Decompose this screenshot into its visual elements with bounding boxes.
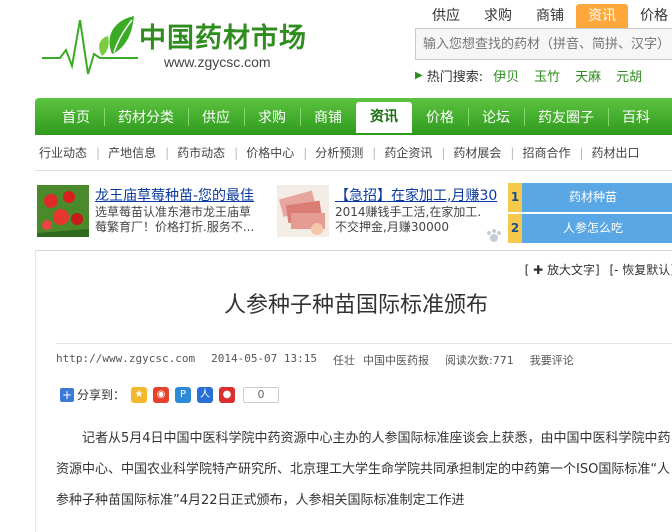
subnav-item[interactable]: 产地信息 [108, 135, 165, 170]
nav-forum[interactable]: 论坛 [468, 98, 524, 135]
subnav-separator: | [372, 146, 377, 160]
hot-search-link[interactable]: 伊贝 [493, 66, 519, 85]
hot-search: ▶ 热门搜索: 伊贝 玉竹 天麻 元胡 [415, 66, 657, 85]
subnav-separator: | [165, 146, 170, 160]
subnav-item[interactable]: 价格中心 [246, 135, 303, 170]
pulse-leaf-icon [42, 16, 138, 75]
weibo-icon[interactable]: ◉ [153, 386, 170, 403]
search-tab-price[interactable]: 价格 [628, 4, 672, 28]
article-source: 中国中医药报 [363, 354, 430, 367]
search-tabs: 供应 求购 商铺 资讯 价格 [420, 4, 672, 28]
subnav-separator: | [234, 146, 239, 160]
tencent-icon[interactable]: ● [219, 386, 236, 403]
subnav-item[interactable]: 行业动态 [39, 135, 96, 170]
renren-icon[interactable]: 人 [197, 386, 214, 403]
ranked-link-label: 药材种苗 [568, 190, 617, 204]
share-bar: + 分享到： ★ ◉ P 人 ● 0 [60, 386, 280, 403]
ad-strawberry[interactable]: 龙王庙草莓种苗-您的最佳 选草莓苗认准东港市龙王庙草莓繁育厂！价格打折.服务不.… [37, 185, 262, 241]
search-tab-supply[interactable]: 供应 [420, 4, 472, 28]
site-name: 中国药材市场 [139, 23, 307, 54]
search-box [415, 28, 672, 60]
ranked-link[interactable]: 1 药材种苗 [508, 183, 672, 212]
nav-wiki[interactable]: 百科 [608, 98, 664, 135]
hot-search-link[interactable]: 玉竹 [534, 66, 560, 85]
sub-nav: 行业动态 | 产地信息 | 药市动态 | 价格中心 | 分析预测 | 药企资讯 | 药材展会… [35, 135, 672, 171]
money-image [277, 185, 329, 237]
ad-title[interactable]: 【急招】在家加工,月赚30 [335, 185, 497, 205]
plus-icon[interactable]: + [60, 387, 74, 402]
hot-search-link[interactable]: 元胡 [616, 66, 642, 85]
subnav-item[interactable]: 分析预测 [315, 135, 372, 170]
subnav-item[interactable]: 招商合作 [522, 135, 579, 170]
article: [ ✚ 放大文字] [- 恢复默认] 人参种子种苗国际标准颁布 http://w… [35, 250, 672, 532]
search-input[interactable] [416, 29, 672, 59]
nav-supply[interactable]: 供应 [188, 98, 244, 135]
nav-buy[interactable]: 求购 [244, 98, 300, 135]
subnav-item[interactable]: 药材出口 [592, 135, 649, 170]
ad-desc: 2014赚钱手工活,在家加工. 不交押金,月赚30000 [335, 205, 482, 234]
ranked-links: 1 药材种苗 2 人参怎么吃 [508, 183, 672, 245]
font-size-tools: [ ✚ 放大文字] [- 恢复默认] [519, 261, 672, 278]
restore-default-button[interactable]: [- 恢复默认] [609, 263, 672, 277]
subnav-separator: | [510, 146, 515, 160]
nav-circles[interactable]: 药友圈子 [524, 98, 608, 135]
subnav-item[interactable]: 药企资讯 [384, 135, 441, 170]
ad-title[interactable]: 龙王庙草莓种苗-您的最佳 [95, 185, 254, 205]
subnav-separator: | [579, 146, 584, 160]
paw-icon [487, 229, 501, 242]
comment-link[interactable]: 我要评论 [530, 352, 574, 368]
subnav-item[interactable]: 药市动态 [177, 135, 234, 170]
qzone-icon[interactable]: ★ [131, 386, 148, 403]
article-time: 2014-05-07 13:15 [211, 352, 318, 365]
subnav-separator: | [96, 146, 101, 160]
ad-job[interactable]: 【急招】在家加工,月赚30 2014赚钱手工活,在家加工. 不交押金,月赚300… [277, 185, 502, 242]
subnav-separator: | [441, 146, 446, 160]
rank-number: 2 [508, 214, 522, 243]
search-tab-buy[interactable]: 求购 [472, 4, 524, 28]
site-url: www.zgycsc.com [164, 54, 271, 70]
arrow-right-icon: ▶ [415, 70, 423, 81]
strawberry-image [37, 185, 89, 237]
share-label: 分享到： [77, 388, 126, 402]
subnav-separator: | [303, 146, 308, 160]
ad-desc: 选草莓苗认准东港市龙王庙草莓繁育厂！价格打折.服务不... [95, 205, 255, 234]
ranked-link-label: 人参怎么吃 [562, 221, 623, 235]
hot-search-label: 热门搜索: [426, 70, 484, 85]
site-logo[interactable]: 中国药材市场 www.zgycsc.com [42, 8, 332, 78]
article-body: 记者从5月4日中国中医科学院中药资源中心主办的人参国际标准座谈会上获悉，由中国中… [56, 431, 671, 508]
subnav-item[interactable]: 药材展会 [453, 135, 510, 170]
share-count: 0 [243, 386, 280, 403]
nav-categories[interactable]: 药材分类 [104, 98, 188, 135]
nav-price[interactable]: 价格 [412, 98, 468, 135]
nav-shops[interactable]: 商铺 [300, 98, 356, 135]
search-tab-news[interactable]: 资讯 [576, 4, 628, 28]
article-author: 任壮 [333, 354, 356, 367]
article-title: 人参种子种苗国际标准颁布 [223, 293, 488, 318]
enlarge-text-button[interactable]: [ ✚ 放大文字] [525, 263, 600, 277]
qq-weibo-icon[interactable]: P [175, 386, 192, 403]
article-meta: http://www.zgycsc.com 2014-05-07 13:15 任… [56, 343, 672, 368]
search-tab-shop[interactable]: 商铺 [524, 4, 576, 28]
article-url: http://www.zgycsc.com [56, 352, 196, 365]
main-nav: 首页 药材分类 供应 求购 商铺 资讯 价格 论坛 药友圈子 百科 [35, 98, 672, 135]
ranked-link[interactable]: 2 人参怎么吃 [508, 214, 672, 243]
nav-news[interactable]: 资讯 [356, 102, 412, 135]
article-reads: 阅读次数:771 [445, 354, 514, 367]
nav-home[interactable]: 首页 [48, 98, 104, 135]
rank-number: 1 [508, 183, 522, 212]
hot-search-link[interactable]: 天麻 [575, 66, 601, 85]
